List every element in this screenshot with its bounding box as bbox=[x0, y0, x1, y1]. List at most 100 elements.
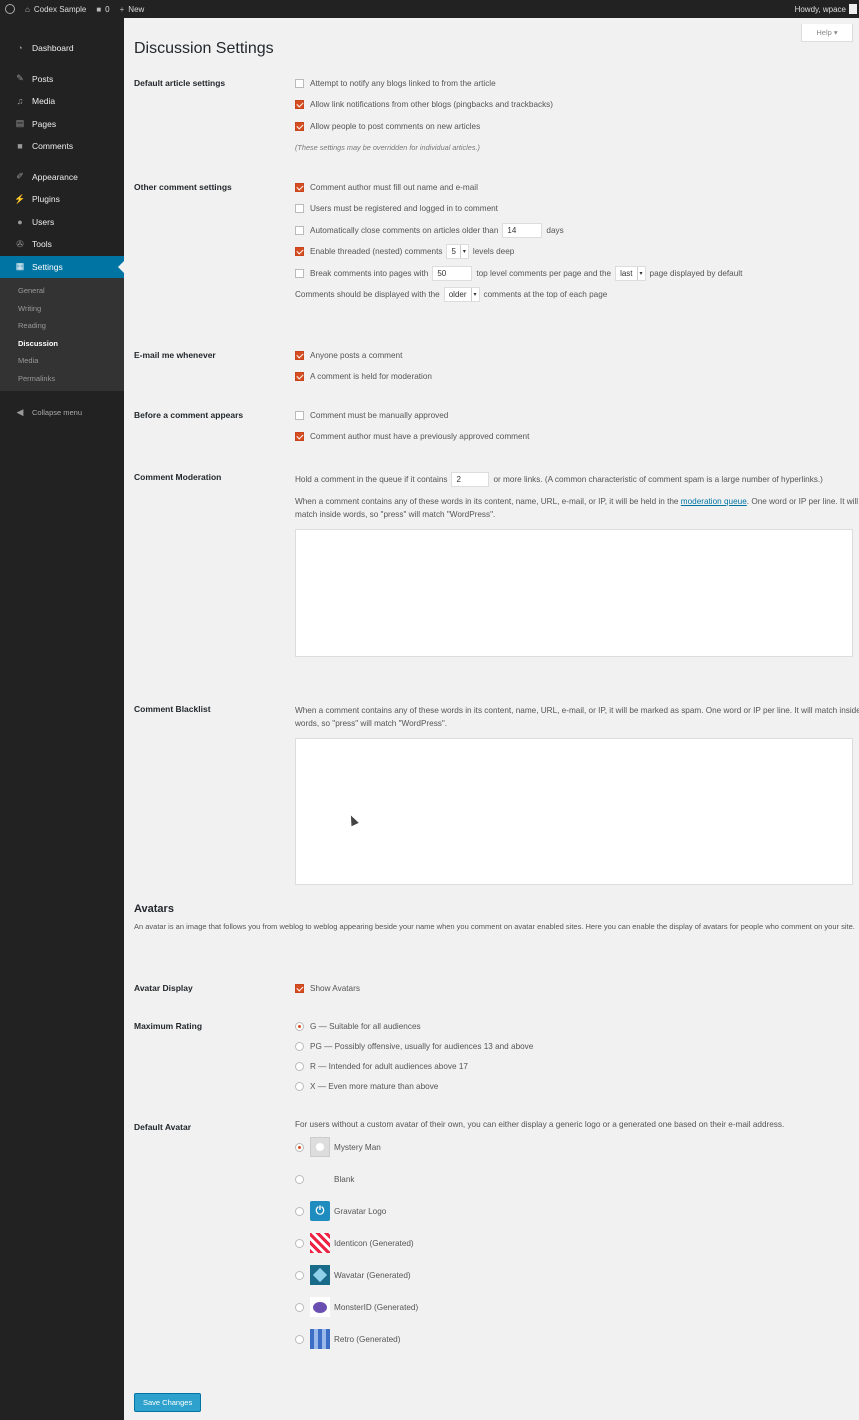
identicon-avatar-icon bbox=[310, 1233, 330, 1253]
avatars-description: An avatar is an image that follows you f… bbox=[134, 922, 855, 931]
sidebar-item-tools[interactable]: ✇ Tools bbox=[0, 233, 124, 256]
author-fill-checkbox[interactable] bbox=[295, 182, 304, 192]
avatar-option-identicon[interactable]: Identicon (Generated) bbox=[295, 1231, 859, 1255]
brush-icon: ✐ bbox=[16, 171, 24, 182]
avatar-option-retro[interactable]: Retro (Generated) bbox=[295, 1327, 859, 1351]
sidebar-item-plugins[interactable]: ⚡ Plugins bbox=[0, 188, 124, 211]
moderation-queue-link[interactable]: moderation queue bbox=[681, 497, 747, 506]
avatar-option-mystery[interactable]: Mystery Man bbox=[295, 1135, 859, 1159]
avatar-option-wavatar[interactable]: Wavatar (Generated) bbox=[295, 1263, 859, 1287]
sidebar-item-appearance[interactable]: ✐ Appearance bbox=[0, 166, 124, 189]
break-count-input[interactable]: 50 bbox=[432, 265, 473, 281]
override-note: (These settings may be overridden for in… bbox=[295, 143, 480, 152]
sidebar-item-dashboard[interactable]: ◔ Dashboard bbox=[0, 37, 124, 60]
rating-x-option[interactable]: X — Even more mature than above bbox=[295, 1078, 859, 1094]
pingbacks-checkbox[interactable] bbox=[295, 100, 304, 109]
comments-link[interactable]: ■ 0 bbox=[91, 0, 114, 18]
notify-blogs-option[interactable]: Attempt to notify any blogs linked to fr… bbox=[295, 75, 859, 91]
submenu-item-media[interactable]: Media bbox=[0, 352, 124, 370]
prev-approved-checkbox[interactable] bbox=[295, 432, 304, 441]
anyone-posts-option[interactable]: Anyone posts a comment bbox=[295, 347, 859, 363]
manual-approve-checkbox[interactable] bbox=[295, 410, 304, 420]
pin-icon: ✎ bbox=[16, 73, 24, 84]
rating-pg-option[interactable]: PG — Possibly offensive, usually for aud… bbox=[295, 1038, 859, 1054]
anyone-posts-checkbox[interactable] bbox=[295, 350, 304, 360]
notify-blogs-checkbox[interactable] bbox=[295, 78, 304, 88]
new-content-link[interactable]: + New bbox=[115, 0, 150, 18]
sidebar-item-settings[interactable]: ▦ Settings bbox=[0, 255, 124, 278]
avatar-retro-radio[interactable] bbox=[295, 1334, 304, 1344]
avatar-option-blank[interactable]: Blank bbox=[295, 1167, 859, 1191]
avatar-gravatar-radio[interactable] bbox=[295, 1206, 304, 1216]
avatar-option-monsterid[interactable]: MonsterID (Generated) bbox=[295, 1295, 859, 1319]
maximum-rating-label: Maximum Rating bbox=[134, 1021, 203, 1031]
show-avatars-option[interactable]: Show Avatars bbox=[295, 980, 859, 996]
sidebar-item-posts[interactable]: ✎ Posts bbox=[0, 68, 124, 91]
comment-order-select[interactable]: older ▾ bbox=[443, 287, 480, 302]
collapse-menu-button[interactable]: ◀ Collapse menu bbox=[0, 401, 124, 424]
comments-icon: ■ bbox=[17, 141, 23, 152]
rating-pg-radio[interactable] bbox=[295, 1041, 304, 1051]
moderation-keys-textarea[interactable] bbox=[295, 529, 853, 657]
author-fill-option[interactable]: Comment author must fill out name and e-… bbox=[295, 179, 859, 195]
threaded-option[interactable]: Enable threaded (nested) comments 5 ▾ level… bbox=[295, 244, 859, 260]
allow-comments-option[interactable]: Allow people to post comments on new art… bbox=[295, 118, 859, 134]
submenu-item-permalinks[interactable]: Permalinks bbox=[0, 370, 124, 388]
held-moderation-option[interactable]: A comment is held for moderation bbox=[295, 369, 859, 385]
threaded-depth-select[interactable]: 5 ▾ bbox=[446, 244, 469, 259]
auto-close-option[interactable]: Automatically close comments on articles… bbox=[295, 222, 859, 238]
admin-bar: ⌂ Codex Sample ■ 0 + New Howdy, wpace bbox=[0, 0, 859, 18]
avatar-option-gravatar[interactable]: ⏻ Gravatar Logo bbox=[295, 1199, 859, 1223]
sidebar-item-media[interactable]: ♫ Media bbox=[0, 90, 124, 113]
rating-r-option[interactable]: R — Intended for adult audiences above 1… bbox=[295, 1058, 859, 1074]
rating-x-radio[interactable] bbox=[295, 1081, 304, 1091]
allow-comments-checkbox[interactable] bbox=[295, 121, 304, 131]
show-avatars-checkbox[interactable] bbox=[295, 983, 304, 993]
default-avatar-label: Default Avatar bbox=[134, 1122, 191, 1132]
sidebar-item-pages[interactable]: ▤ Pages bbox=[0, 113, 124, 136]
wrench-icon: ✇ bbox=[16, 238, 24, 249]
sidebar-item-users[interactable]: ● Users bbox=[0, 211, 124, 234]
avatar-mystery-radio[interactable] bbox=[295, 1142, 304, 1152]
main-content: Help ▾ Discussion Settings Default artic… bbox=[124, 18, 859, 1420]
save-changes-button[interactable]: Save Changes bbox=[134, 1393, 202, 1412]
rating-g-radio[interactable] bbox=[295, 1021, 304, 1031]
comment-moderation-label: Comment Moderation bbox=[134, 472, 222, 482]
account-menu[interactable]: Howdy, wpace bbox=[790, 0, 859, 18]
page-title: Discussion Settings bbox=[134, 40, 274, 57]
prev-approved-option[interactable]: Comment author must have a previously ap… bbox=[295, 429, 859, 445]
manual-approve-option[interactable]: Comment must be manually approved bbox=[295, 407, 859, 423]
threaded-checkbox[interactable] bbox=[295, 247, 304, 256]
rating-r-radio[interactable] bbox=[295, 1061, 304, 1071]
registered-option[interactable]: Users must be registered and logged in t… bbox=[295, 201, 859, 217]
avatar-blank-radio[interactable] bbox=[295, 1174, 304, 1184]
break-pages-checkbox[interactable] bbox=[295, 268, 304, 278]
submenu-item-reading[interactable]: Reading bbox=[0, 317, 124, 335]
default-article-settings-label: Default article settings bbox=[134, 78, 226, 88]
auto-close-checkbox[interactable] bbox=[295, 225, 304, 235]
before-appears-label: Before a comment appears bbox=[134, 410, 244, 420]
auto-close-days-input[interactable]: 14 bbox=[502, 222, 543, 238]
avatar-wavatar-radio[interactable] bbox=[295, 1270, 304, 1280]
help-tab-button[interactable]: Help ▾ bbox=[801, 24, 853, 42]
held-moderation-checkbox[interactable] bbox=[295, 372, 304, 381]
rating-g-option[interactable]: G — Suitable for all audiences bbox=[295, 1018, 859, 1034]
blank-avatar-icon bbox=[310, 1169, 330, 1189]
submenu-item-writing[interactable]: Writing bbox=[0, 300, 124, 318]
dashboard-icon: ◔ bbox=[17, 43, 23, 54]
wordpress-logo-icon[interactable] bbox=[0, 0, 20, 18]
retro-avatar-icon bbox=[310, 1329, 330, 1349]
avatar-monsterid-radio[interactable] bbox=[295, 1302, 304, 1312]
submenu-item-discussion[interactable]: Discussion bbox=[0, 335, 124, 353]
break-pages-option[interactable]: Break comments into pages with 50 top leve… bbox=[295, 265, 859, 281]
registered-checkbox[interactable] bbox=[295, 204, 304, 213]
submenu-item-general[interactable]: General bbox=[0, 282, 124, 300]
default-page-select[interactable]: last ▾ bbox=[615, 265, 646, 281]
site-name-link[interactable]: ⌂ Codex Sample bbox=[20, 0, 91, 18]
avatar-identicon-radio[interactable] bbox=[295, 1238, 304, 1248]
blacklist-keys-textarea[interactable] bbox=[295, 738, 853, 885]
pingbacks-option[interactable]: Allow link notifications from other blog… bbox=[295, 97, 859, 113]
sidebar-item-comments[interactable]: ■ Comments bbox=[0, 135, 124, 158]
home-icon: ⌂ bbox=[25, 4, 30, 14]
hold-links-input[interactable]: 2 bbox=[451, 472, 490, 487]
